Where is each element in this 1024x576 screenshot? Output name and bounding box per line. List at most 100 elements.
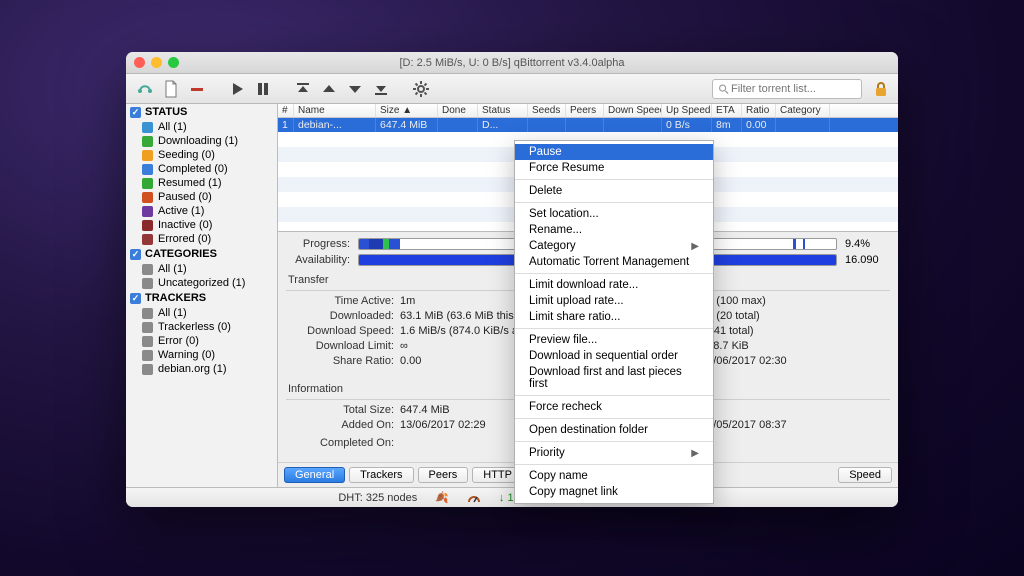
sidebar-item-icon bbox=[142, 278, 153, 289]
sidebar-item[interactable]: Errored (0) bbox=[126, 232, 277, 246]
table-header-cell[interactable]: Done bbox=[438, 104, 478, 117]
window-title: [D: 2.5 MiB/s, U: 0 B/s] qBittorrent v3.… bbox=[126, 57, 898, 69]
progress-label: Progress: bbox=[286, 238, 350, 250]
sidebar-categories-header[interactable]: ✓ CATEGORIES bbox=[126, 246, 277, 262]
resume-icon[interactable] bbox=[226, 78, 248, 100]
sidebar-item-label: Inactive (0) bbox=[158, 219, 212, 231]
sidebar-item[interactable]: All (1) bbox=[126, 120, 277, 134]
table-row[interactable]: 1debian-...647.4 MiBD...0 B/s8m0.00 bbox=[278, 118, 898, 132]
context-item[interactable]: Download in sequential order bbox=[515, 348, 713, 364]
sidebar-item[interactable]: Paused (0) bbox=[126, 190, 277, 204]
sidebar-item-label: Active (1) bbox=[158, 205, 204, 217]
move-up-icon[interactable] bbox=[318, 78, 340, 100]
table-header-cell[interactable]: Down Speed bbox=[604, 104, 662, 117]
app-window: [D: 2.5 MiB/s, U: 0 B/s] qBittorrent v3.… bbox=[126, 52, 898, 507]
sidebar-item[interactable]: Error (0) bbox=[126, 334, 277, 348]
table-header-cell[interactable]: Ratio bbox=[742, 104, 776, 117]
context-item[interactable]: Copy magnet link bbox=[515, 484, 713, 500]
tab-peers[interactable]: Peers bbox=[418, 467, 469, 483]
tab-general[interactable]: General bbox=[284, 467, 345, 483]
sidebar-item[interactable]: Trackerless (0) bbox=[126, 320, 277, 334]
context-item[interactable]: Pause bbox=[515, 144, 713, 160]
context-item[interactable]: Automatic Torrent Management bbox=[515, 254, 713, 270]
tab-trackers[interactable]: Trackers bbox=[349, 467, 413, 483]
search-icon bbox=[718, 83, 729, 95]
context-item-label: Force Resume bbox=[529, 162, 604, 174]
sidebar-status-header[interactable]: ✓ STATUS bbox=[126, 104, 277, 120]
sidebar-item[interactable]: Inactive (0) bbox=[126, 218, 277, 232]
context-item-label: Limit download rate... bbox=[529, 279, 638, 291]
sidebar-item[interactable]: Uncategorized (1) bbox=[126, 276, 277, 290]
context-item[interactable]: Limit download rate... bbox=[515, 277, 713, 293]
table-header-cell[interactable]: # bbox=[278, 104, 294, 117]
context-item[interactable]: Force Resume bbox=[515, 160, 713, 176]
delete-icon[interactable] bbox=[186, 78, 208, 100]
table-header-cell[interactable]: ETA bbox=[712, 104, 742, 117]
context-item[interactable]: Copy name bbox=[515, 468, 713, 484]
context-item-label: Download in sequential order bbox=[529, 350, 678, 362]
context-item[interactable]: Priority▶ bbox=[515, 445, 713, 461]
dl-speed-label: Download Speed: bbox=[286, 325, 394, 337]
add-torrent-file-icon[interactable] bbox=[160, 78, 182, 100]
move-bottom-icon[interactable] bbox=[370, 78, 392, 100]
filter-search[interactable] bbox=[712, 79, 862, 99]
context-item[interactable]: Force recheck bbox=[515, 399, 713, 415]
table-cell: 8m bbox=[712, 118, 742, 132]
sidebar-item[interactable]: Active (1) bbox=[126, 204, 277, 218]
sidebar-trackers-header[interactable]: ✓ TRACKERS bbox=[126, 290, 277, 306]
sidebar-item[interactable]: Warning (0) bbox=[126, 348, 277, 362]
sidebar-item-label: Warning (0) bbox=[158, 349, 215, 361]
sidebar-item[interactable]: Completed (0) bbox=[126, 162, 277, 176]
context-item[interactable]: Category▶ bbox=[515, 238, 713, 254]
table-header-cell[interactable]: Category bbox=[776, 104, 830, 117]
move-down-icon[interactable] bbox=[344, 78, 366, 100]
sidebar: ✓ STATUS All (1)Downloading (1)Seeding (… bbox=[126, 104, 278, 487]
time-active-label: Time Active: bbox=[286, 295, 394, 307]
table-header-cell[interactable]: Size ▲ bbox=[376, 104, 438, 117]
context-item[interactable]: Limit share ratio... bbox=[515, 309, 713, 325]
sidebar-item-icon bbox=[142, 150, 153, 161]
sidebar-item[interactable]: All (1) bbox=[126, 262, 277, 276]
context-item[interactable]: Preview file... bbox=[515, 332, 713, 348]
sidebar-item-label: debian.org (1) bbox=[158, 363, 227, 375]
table-header-cell[interactable]: Peers bbox=[566, 104, 604, 117]
filter-input[interactable] bbox=[729, 82, 856, 96]
context-separator bbox=[515, 273, 713, 274]
table-header-cell[interactable]: Status bbox=[478, 104, 528, 117]
sidebar-item-label: Completed (0) bbox=[158, 163, 228, 175]
dl-limit-label: Download Limit: bbox=[286, 340, 394, 352]
context-separator bbox=[515, 441, 713, 442]
context-separator bbox=[515, 179, 713, 180]
table-header-cell[interactable]: Up Speed bbox=[662, 104, 712, 117]
context-separator bbox=[515, 395, 713, 396]
sidebar-item[interactable]: All (1) bbox=[126, 306, 277, 320]
sidebar-item[interactable]: Seeding (0) bbox=[126, 148, 277, 162]
speedometer-icon bbox=[467, 492, 481, 504]
context-item[interactable]: Delete bbox=[515, 183, 713, 199]
sidebar-item[interactable]: Resumed (1) bbox=[126, 176, 277, 190]
table-cell: D... bbox=[478, 118, 528, 132]
sidebar-item-label: Error (0) bbox=[158, 335, 199, 347]
sidebar-item-label: Resumed (1) bbox=[158, 177, 222, 189]
move-top-icon[interactable] bbox=[292, 78, 314, 100]
context-item[interactable]: Set location... bbox=[515, 206, 713, 222]
pause-icon[interactable] bbox=[252, 78, 274, 100]
sidebar-item-icon bbox=[142, 136, 153, 147]
settings-icon[interactable] bbox=[410, 78, 432, 100]
speed-button[interactable]: Speed bbox=[838, 467, 892, 483]
context-item-label: Force recheck bbox=[529, 401, 602, 413]
sidebar-item-icon bbox=[142, 308, 153, 319]
lock-icon[interactable] bbox=[872, 80, 890, 98]
context-item-label: Pause bbox=[529, 146, 562, 158]
context-separator bbox=[515, 418, 713, 419]
table-header[interactable]: #NameSize ▲DoneStatusSeedsPeersDown Spee… bbox=[278, 104, 898, 118]
table-header-cell[interactable]: Name bbox=[294, 104, 376, 117]
context-item[interactable]: Limit upload rate... bbox=[515, 293, 713, 309]
context-item[interactable]: Open destination folder bbox=[515, 422, 713, 438]
sidebar-item[interactable]: Downloading (1) bbox=[126, 134, 277, 148]
context-item[interactable]: Rename... bbox=[515, 222, 713, 238]
sidebar-item[interactable]: debian.org (1) bbox=[126, 362, 277, 376]
table-header-cell[interactable]: Seeds bbox=[528, 104, 566, 117]
context-item[interactable]: Download first and last pieces first bbox=[515, 364, 713, 392]
add-torrent-link-icon[interactable] bbox=[134, 78, 156, 100]
